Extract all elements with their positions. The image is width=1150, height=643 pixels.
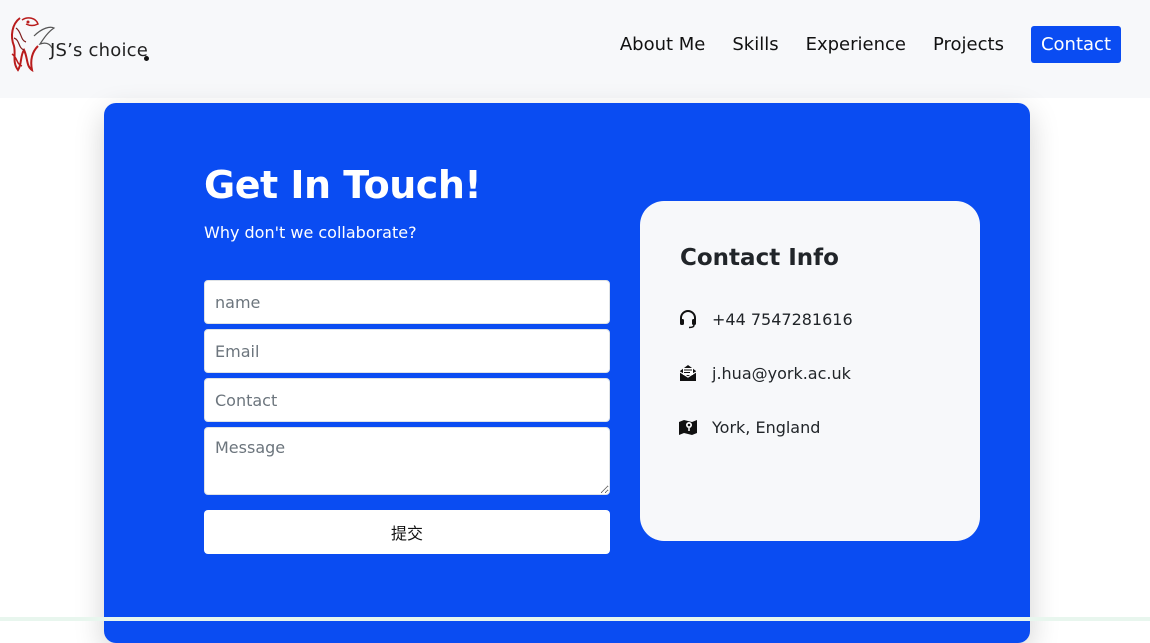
nav-item-about-me[interactable]: About Me [620, 34, 706, 55]
email-input[interactable] [204, 329, 610, 373]
nav-item-projects[interactable]: Projects [933, 34, 1004, 55]
contact-input[interactable] [204, 378, 610, 422]
name-input[interactable] [204, 280, 610, 324]
submit-button[interactable]: 提交 [204, 510, 610, 554]
contact-heading: Get In Touch! [204, 163, 482, 207]
map-icon [679, 420, 697, 435]
ink-dot-icon [144, 56, 149, 61]
location-text: York, England [712, 417, 821, 437]
phone-text: +44 7547281616 [712, 309, 853, 329]
envelope-open-icon [679, 365, 697, 381]
contact-subheading: Why don't we collaborate? [204, 223, 417, 242]
email-row: j.hua@york.ac.uk [678, 361, 851, 385]
bottom-strip [0, 617, 1150, 621]
phone-row: +44 7547281616 [678, 307, 853, 331]
nav-item-skills[interactable]: Skills [732, 34, 778, 55]
dragon-logo-icon [11, 17, 56, 73]
contact-info-box: Contact Info +44 7547281616 j.hua@york.a… [640, 201, 980, 541]
contact-info-title: Contact Info [680, 245, 839, 271]
navbar: JS’s choice About Me Skills Experience P… [0, 0, 1150, 98]
message-textarea[interactable] [204, 427, 610, 495]
nav-links: About Me Skills Experience Projects Cont… [593, 25, 1121, 64]
contact-card: Get In Touch! Why don't we collaborate? … [104, 103, 1030, 643]
location-row: York, England [678, 415, 820, 439]
brand-logo[interactable]: JS’s choice [8, 14, 158, 76]
headset-icon [680, 310, 696, 329]
logo-text: JS’s choice [50, 40, 149, 61]
nav-item-contact[interactable]: Contact [1030, 26, 1121, 63]
email-text: j.hua@york.ac.uk [712, 363, 851, 383]
nav-item-experience[interactable]: Experience [806, 34, 906, 55]
